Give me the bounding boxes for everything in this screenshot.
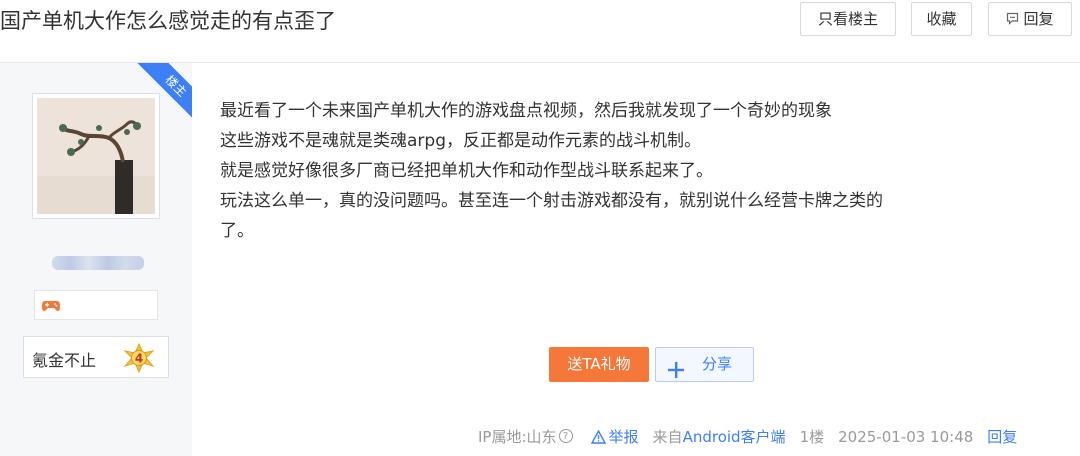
post-content: 最近看了一个未来国产单机大作的游戏盘点视频，然后我就发现了一个奇妙的现象 这些游… [220, 96, 1050, 246]
warning-icon [590, 425, 609, 449]
send-gift-button[interactable]: 送TA礼物 [549, 347, 649, 382]
share-button[interactable]: 分享 [655, 347, 754, 382]
game-badge [34, 290, 158, 320]
level-badge[interactable]: 氪金不止 4 [23, 336, 169, 378]
reply-link[interactable]: 回复 [987, 425, 1017, 449]
level-star-icon: 4 [122, 342, 156, 377]
post-line: 了。 [220, 221, 254, 241]
reply-button-label: 回复 [1023, 10, 1054, 28]
gamepad-icon [41, 298, 61, 318]
favorite-button[interactable]: 收藏 [911, 2, 972, 36]
floor-number: 1楼 [799, 428, 825, 446]
reply-button[interactable]: 回复 [988, 2, 1072, 36]
share-label: 分享 [702, 355, 733, 373]
post-line: 最近看了一个未来国产单机大作的游戏盘点视频，然后我就发现了一个奇妙的现象 [220, 101, 832, 121]
help-icon[interactable]: ? [558, 429, 573, 443]
report-label: 举报 [608, 428, 639, 446]
post-line: 玩法这么单一，真的没问题吗。甚至连一个射击游戏都没有，就别说什么经营卡牌之类的 [220, 191, 883, 211]
level-number: 4 [135, 352, 143, 366]
post-datetime: 2025-01-03 10:48 [838, 428, 974, 446]
share-plus-icon [668, 357, 684, 390]
username-blurred[interactable] [52, 256, 144, 270]
post-line: 这些游戏不是魂就是类魂arpg，反正都是动作元素的战斗机制。 [220, 131, 701, 151]
comment-icon [1006, 4, 1019, 36]
level-name: 氪金不止 [32, 351, 97, 370]
avatar[interactable] [32, 93, 160, 219]
post-meta: IP属地:山东? 举报 来自Android客户端 1楼 2025-01-03 10:48… [478, 425, 1017, 449]
source-prefix: 来自 [652, 428, 683, 446]
author-panel: 楼主 氪金不止 4 [0, 63, 192, 456]
avatar-image [37, 98, 155, 214]
post-header: 国产单机大作怎么感觉走的有点歪了 只看楼主 收藏 回复 [0, 0, 1080, 63]
ip-location: IP属地:山东 [478, 428, 557, 446]
report-link[interactable]: 举报 [590, 425, 639, 449]
thread-title: 国产单机大作怎么感觉走的有点歪了 [0, 9, 336, 33]
post-line: 就是感觉好像很多厂商已经把单机大作和动作型战斗联系起来了。 [220, 161, 713, 181]
source-client-link[interactable]: Android客户端 [683, 425, 786, 449]
only-op-button[interactable]: 只看楼主 [800, 2, 896, 36]
